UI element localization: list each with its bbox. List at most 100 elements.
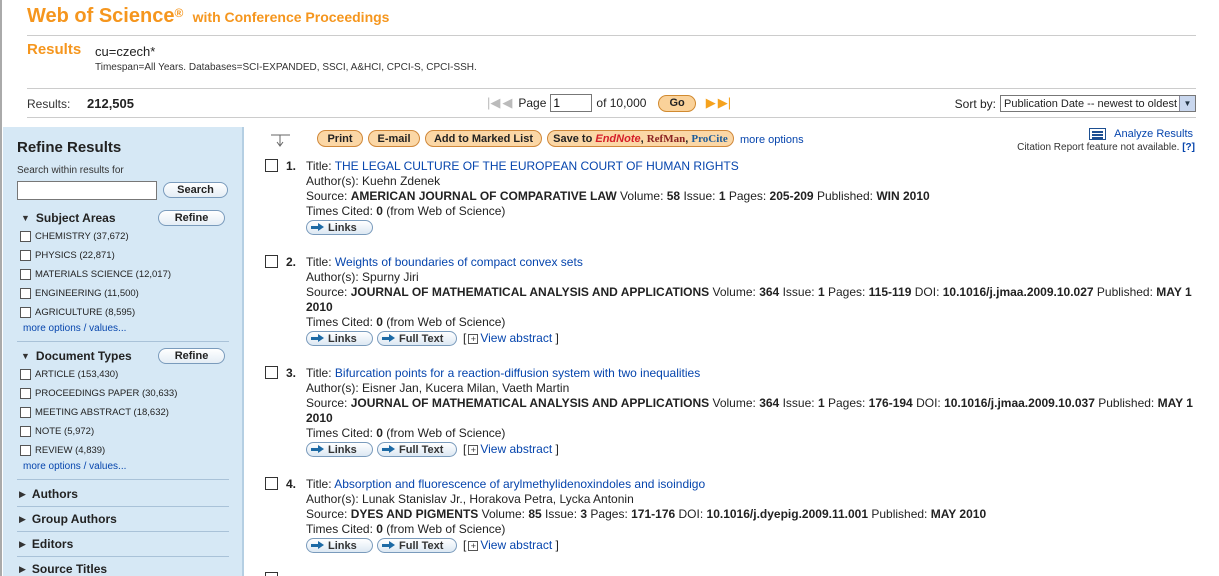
full-text-button[interactable]: Full Text <box>377 442 457 457</box>
last-page-icon[interactable]: ▶| <box>718 95 731 111</box>
from-wos-label: (from Web of Science) <box>386 204 506 218</box>
refine-subject-button[interactable]: Refine <box>158 210 225 226</box>
checkbox[interactable] <box>20 288 31 299</box>
subject-item[interactable]: AGRICULTURE (8,595) <box>20 307 135 318</box>
email-button[interactable]: E-mail <box>368 130 420 147</box>
analyze-results[interactable]: Analyze Results <box>1089 128 1193 140</box>
record-source: AMERICAN JOURNAL OF COMPARATIVE LAW <box>350 189 617 203</box>
page-number-input[interactable] <box>550 94 593 112</box>
print-button[interactable]: Print <box>317 130 363 147</box>
triangle-right-icon: ▶ <box>19 513 26 524</box>
subject-item[interactable]: PHYSICS (22,871) <box>20 250 115 261</box>
doctype-item[interactable]: REVIEW (4,839) <box>20 445 105 456</box>
sort-label: Sort by: <box>954 96 996 111</box>
record-checkbox[interactable] <box>265 255 278 268</box>
sort-select[interactable]: Publication Date -- newest to oldest ▼ <box>1000 95 1196 112</box>
checkbox[interactable] <box>20 269 31 280</box>
view-abstract-link[interactable]: View abstract <box>480 442 552 457</box>
analyze-results-link[interactable]: Analyze Results <box>1114 128 1193 140</box>
links-button[interactable]: Links <box>306 442 373 457</box>
checkbox[interactable] <box>20 426 31 437</box>
group-authors-facet[interactable]: ▶ Group Authors <box>19 512 117 526</box>
next-page-icon[interactable]: ▶ <box>706 95 716 111</box>
doctype-more-options-link[interactable]: more options / values... <box>23 461 126 472</box>
search-within-input[interactable] <box>17 181 157 200</box>
expand-plus-icon[interactable]: + <box>468 540 479 551</box>
refine-doctype-button[interactable]: Refine <box>158 348 225 364</box>
refman-logo: RefMan <box>646 132 686 145</box>
brand-name[interactable]: Web of Science <box>27 5 174 27</box>
doctype-item[interactable]: NOTE (5,972) <box>20 426 94 437</box>
help-link[interactable]: [?] <box>1182 142 1195 153</box>
doctype-item[interactable]: ARTICLE (153,430) <box>20 369 118 380</box>
source-titles-facet[interactable]: ▶ Source Titles <box>19 562 107 576</box>
title-label: Title: <box>306 255 332 269</box>
subject-areas-header[interactable]: ▼ Subject Areas <box>21 211 116 225</box>
arrow-right-icon <box>311 334 325 343</box>
links-button[interactable]: Links <box>306 538 373 553</box>
checkbox[interactable] <box>20 388 31 399</box>
published-label: Published: <box>1096 285 1153 299</box>
checkbox[interactable] <box>20 307 31 318</box>
expand-plus-icon[interactable]: + <box>468 444 479 455</box>
record-title-link[interactable]: Absorption and fluorescence of arylmethy… <box>334 477 705 491</box>
chevron-down-icon[interactable]: ▼ <box>1179 96 1195 111</box>
arrow-right-icon <box>311 223 325 232</box>
checkbox[interactable] <box>20 369 31 380</box>
record-source-line: Source: JOURNAL OF MATHEMATICAL ANALYSIS… <box>306 285 1196 315</box>
doctype-item[interactable]: PROCEEDINGS PAPER (30,633) <box>20 388 177 399</box>
record-checkbox-partial[interactable] <box>265 572 278 576</box>
links-button[interactable]: Links <box>306 220 373 235</box>
checkbox[interactable] <box>20 445 31 456</box>
brand-header: Web of Science® with Conference Proceedi… <box>27 5 389 28</box>
checkbox[interactable] <box>20 250 31 261</box>
results-title: Results <box>27 41 82 58</box>
subject-more-options-link[interactable]: more options / values... <box>23 323 126 334</box>
editors-facet[interactable]: ▶ Editors <box>19 537 73 551</box>
source-label: Source: <box>306 285 348 299</box>
subject-item[interactable]: MATERIALS SCIENCE (12,017) <box>20 269 171 280</box>
view-abstract-toggle[interactable]: [+ View abstract ] <box>463 331 559 346</box>
arrow-right-icon <box>311 541 325 550</box>
full-text-button[interactable]: Full Text <box>377 331 457 346</box>
bracket-open: [ <box>463 442 467 456</box>
links-button[interactable]: Links <box>306 331 373 346</box>
record-source-line: Source: AMERICAN JOURNAL OF COMPARATIVE … <box>306 189 1196 204</box>
subject-item-label: MATERIALS SCIENCE (12,017) <box>35 269 172 280</box>
doctype-item-label: MEETING ABSTRACT (18,632) <box>35 407 169 418</box>
record-checkbox[interactable] <box>265 366 278 379</box>
record-checkbox[interactable] <box>265 477 278 490</box>
search-within-button[interactable]: Search <box>163 182 228 198</box>
doi-label: DOI: <box>914 285 940 299</box>
full-text-button[interactable]: Full Text <box>377 538 457 553</box>
save-to-button[interactable]: Save to EndNote, RefMan, ProCite <box>547 130 734 147</box>
document-types-header[interactable]: ▼ Document Types <box>21 349 132 363</box>
expand-plus-icon[interactable]: + <box>468 333 479 344</box>
record-title-link[interactable]: THE LEGAL CULTURE OF THE EUROPEAN COURT … <box>335 159 739 173</box>
page: Web of Science® with Conference Proceedi… <box>0 0 1219 576</box>
view-abstract-link[interactable]: View abstract <box>480 331 552 346</box>
record-title-link[interactable]: Weights of boundaries of compact convex … <box>335 255 583 269</box>
authors-facet[interactable]: ▶ Authors <box>19 487 78 501</box>
view-abstract-toggle[interactable]: [+ View abstract ] <box>463 538 559 553</box>
volume-label: Volume: <box>481 507 525 521</box>
go-button[interactable]: Go <box>658 94 696 112</box>
subject-areas-title: Subject Areas <box>35 211 116 225</box>
subject-item[interactable]: ENGINEERING (11,500) <box>20 288 139 299</box>
view-abstract-link[interactable]: View abstract <box>480 538 552 553</box>
checkbox[interactable] <box>20 231 31 242</box>
full-text-label: Full Text <box>399 539 444 552</box>
title-label: Title: <box>306 159 332 173</box>
more-options-link[interactable]: more options <box>740 134 804 146</box>
record-title-link[interactable]: Bifurcation points for a reaction-diffus… <box>335 366 700 380</box>
record-checkbox[interactable] <box>265 159 278 172</box>
from-wos-label: (from Web of Science) <box>386 426 506 440</box>
subject-item[interactable]: CHEMISTRY (37,672) <box>20 231 129 242</box>
view-abstract-toggle[interactable]: [+ View abstract ] <box>463 442 559 457</box>
doctype-item[interactable]: MEETING ABSTRACT (18,632) <box>20 407 169 418</box>
record-authors-line: Author(s): Kuehn Zdenek <box>306 174 1196 189</box>
checkbox[interactable] <box>20 407 31 418</box>
add-to-marked-list-button[interactable]: Add to Marked List <box>425 130 542 147</box>
brand-subtitle: with Conference Proceedings <box>192 9 390 25</box>
endnote-logo: EndNote <box>595 132 641 145</box>
